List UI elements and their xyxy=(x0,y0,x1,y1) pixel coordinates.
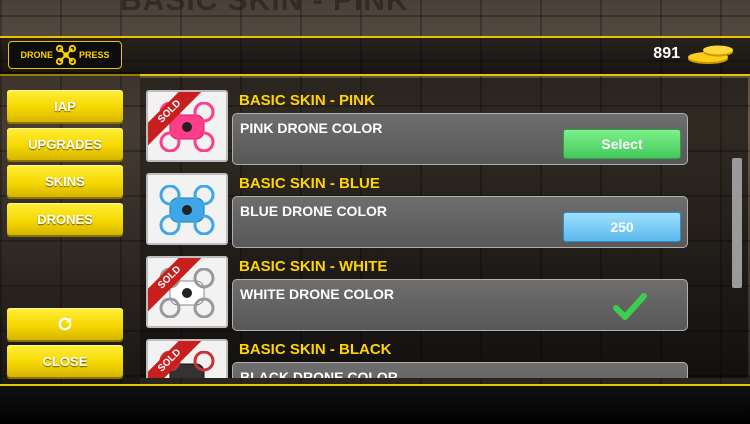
skin-description: BLUE DRONE COLOR xyxy=(240,203,387,219)
logo-text-right: PRESS xyxy=(79,50,110,60)
bottom-bar xyxy=(0,384,750,424)
gold-coins-icon xyxy=(688,45,733,64)
buy-price-button[interactable]: 250 xyxy=(563,212,681,242)
skin-item-pink: SOLD BASIC SKIN - PINK PINK DRONE COLOR … xyxy=(146,84,690,165)
skin-description: WHITE DRONE COLOR xyxy=(240,286,394,302)
skin-description: PINK DRONE COLOR xyxy=(240,120,383,136)
drone-logo-icon xyxy=(55,44,77,66)
list-scrollbar[interactable] xyxy=(732,158,742,288)
skin-list[interactable]: SOLD BASIC SKIN - PINK PINK DRONE COLOR … xyxy=(140,78,748,378)
close-button[interactable]: CLOSE xyxy=(7,345,123,377)
skin-thumbnail: SOLD xyxy=(146,90,228,162)
drone-icon xyxy=(159,185,215,235)
background-title: BASIC SKIN - PINK xyxy=(120,0,409,17)
skin-card: PINK DRONE COLOR Select xyxy=(232,113,688,165)
skin-thumbnail: SOLD xyxy=(146,339,228,378)
skin-title: BASIC SKIN - PINK xyxy=(239,92,375,109)
refresh-button[interactable] xyxy=(7,308,123,340)
game-logo: DRONE PRESS xyxy=(8,41,122,69)
select-button[interactable]: Select xyxy=(563,129,681,159)
sidebar-item-upgrades[interactable]: UPGRADES xyxy=(7,128,123,160)
sidebar-item-iap[interactable]: IAP xyxy=(7,90,123,122)
skin-card: WHITE DRONE COLOR xyxy=(232,279,688,331)
coin-amount: 891 xyxy=(653,45,680,62)
coin-balance: 891 xyxy=(653,43,736,65)
refresh-icon xyxy=(58,317,72,331)
skin-thumbnail xyxy=(146,173,228,245)
skin-title: BASIC SKIN - WHITE xyxy=(239,258,388,275)
skin-thumbnail: SOLD xyxy=(146,256,228,328)
skin-title: BASIC SKIN - BLACK xyxy=(239,341,392,358)
skin-card: BLUE DRONE COLOR 250 xyxy=(232,196,688,248)
skin-item-black: SOLD BASIC SKIN - BLACK BLACK DRONE COLO… xyxy=(146,333,690,378)
skin-title: BASIC SKIN - BLUE xyxy=(239,175,380,192)
logo-text-left: DRONE xyxy=(20,50,53,60)
skin-item-white: SOLD BASIC SKIN - WHITE WHITE DRONE COLO… xyxy=(146,250,690,331)
skin-description: BLACK DRONE COLOR xyxy=(240,369,398,378)
sidebar-item-drones[interactable]: DRONES xyxy=(7,203,123,235)
selected-check-icon xyxy=(613,293,647,320)
sidebar: IAP UPGRADES SKINS DRONES CLOSE xyxy=(0,72,140,390)
sidebar-item-skins[interactable]: SKINS xyxy=(7,165,123,197)
skin-card: BLACK DRONE COLOR xyxy=(232,362,688,378)
top-bar: DRONE PRESS 891 xyxy=(0,36,750,76)
skin-item-blue: BASIC SKIN - BLUE BLUE DRONE COLOR 250 xyxy=(146,167,690,248)
